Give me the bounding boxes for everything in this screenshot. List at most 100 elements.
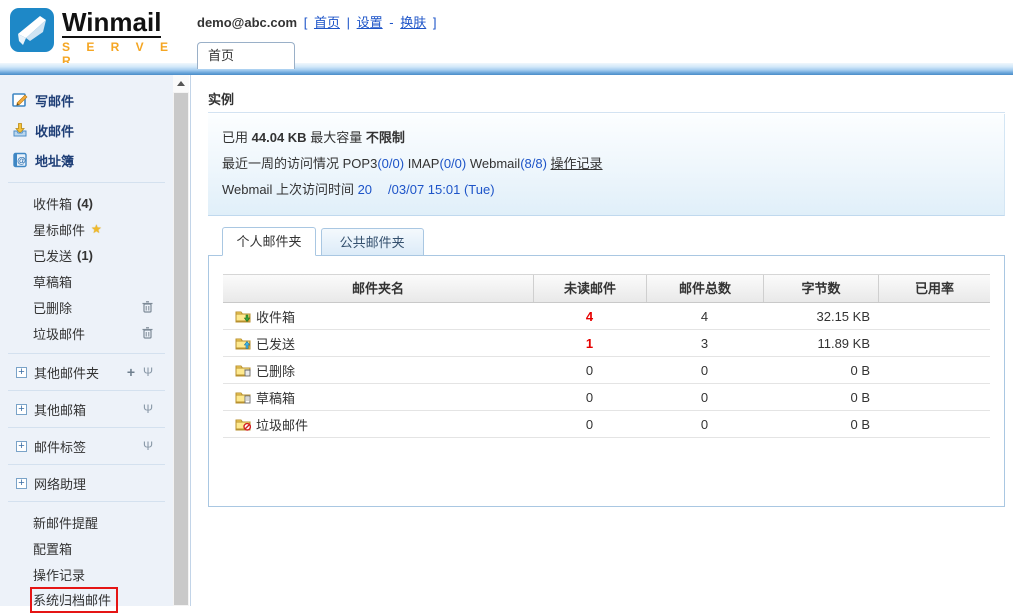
sidebar-item-junk[interactable]: 垃圾邮件 [0, 320, 173, 346]
total-count: 0 [646, 417, 763, 432]
link-home[interactable]: 首页 [314, 15, 340, 30]
link-sep-pipe: | [347, 15, 350, 30]
expand-icon[interactable]: + [16, 441, 27, 452]
col-usage: 已用率 [878, 275, 990, 302]
manage-icon[interactable]: Ψ [143, 365, 153, 379]
sidebar: 写邮件 收邮件 @ 地址簿 收件箱 (4) 星标邮件 ★ 已发送 (1) [0, 75, 173, 606]
scrollbar-up-button[interactable] [173, 75, 189, 92]
manage-icon[interactable]: Ψ [143, 439, 153, 453]
expand-icon[interactable]: + [16, 367, 27, 378]
trash-icon[interactable] [142, 301, 153, 313]
unread-count: 4 [533, 309, 646, 324]
page-title: 实例 [208, 89, 234, 108]
unread-count: 1 [533, 336, 646, 351]
unread-count: 0 [533, 417, 646, 432]
folder-label: 垃圾邮件 [33, 324, 85, 343]
receive-icon [12, 122, 28, 138]
tool-label: 新邮件提醒 [33, 513, 98, 532]
folder-label: 星标邮件 [33, 220, 85, 239]
deleted-folder-icon [235, 363, 251, 377]
sidebar-item-addressbook[interactable]: @ 地址簿 [0, 145, 173, 175]
folder-name: 草稿箱 [256, 388, 295, 407]
sidebar-item-label: 收邮件 [35, 121, 74, 140]
table-row: 垃圾邮件 0 0 0 B [223, 411, 990, 438]
link-settings[interactable]: 设置 [357, 15, 383, 30]
bytes-value: 0 B [763, 390, 878, 405]
folder-name: 已删除 [256, 361, 295, 380]
unread-count: 0 [533, 390, 646, 405]
folder-link-inbox[interactable]: 收件箱 [223, 307, 533, 326]
scrollbar-thumb[interactable] [174, 93, 188, 605]
junk-folder-icon [235, 417, 251, 431]
pop3-label: POP3 [343, 156, 378, 171]
sidebar-item-new-mail-alert[interactable]: 新邮件提醒 [0, 509, 173, 535]
bytes-value: 11.89 KB [763, 336, 878, 351]
week-access-line: 最近一周的访问情况 POP3(0/0) IMAP(0/0) Webmail(8/… [222, 151, 990, 177]
folder-link-deleted[interactable]: 已删除 [223, 361, 533, 380]
total-count: 4 [646, 309, 763, 324]
inbox-folder-icon [235, 309, 251, 323]
expand-icon[interactable]: + [16, 404, 27, 415]
operation-log-link[interactable]: 操作记录 [551, 156, 603, 171]
sidebar-item-compose[interactable]: 写邮件 [0, 85, 173, 115]
expand-icon[interactable]: + [16, 478, 27, 489]
col-bytes: 字节数 [763, 275, 878, 302]
sidebar-group-net-assistant[interactable]: + 网络助理 [0, 472, 173, 494]
sidebar-scrollbar[interactable] [173, 75, 189, 606]
sidebar-item-drafts[interactable]: 草稿箱 [0, 268, 173, 294]
webmail-value: (8/8) [520, 156, 547, 171]
last-visit-year: 20 [358, 182, 372, 197]
sidebar-item-inbox[interactable]: 收件箱 (4) [0, 190, 173, 216]
sidebar-item-config-box[interactable]: 配置箱 [0, 535, 173, 561]
group-label: 邮件标签 [34, 437, 86, 456]
folder-tabs: 个人邮件夹 公共邮件夹 [208, 227, 424, 256]
folder-label: 草稿箱 [33, 272, 72, 291]
add-folder-icon[interactable]: + [127, 364, 135, 380]
folders-panel: 邮件夹名 未读邮件 邮件总数 字节数 已用率 收件箱 [208, 255, 1005, 507]
bytes-value: 0 B [763, 363, 878, 378]
last-visit-date: /03/07 15:01 (Tue) [388, 182, 494, 197]
title-rule [208, 112, 1005, 113]
manage-icon[interactable]: Ψ [143, 402, 153, 416]
sidebar-separator [8, 464, 165, 465]
unread-count: 0 [533, 363, 646, 378]
sidebar-item-receive[interactable]: 收邮件 [0, 115, 173, 145]
sent-folder-icon [235, 336, 251, 350]
total-count: 0 [646, 390, 763, 405]
sidebar-item-sent[interactable]: 已发送 (1) [0, 242, 173, 268]
folder-name: 垃圾邮件 [256, 415, 308, 434]
table-row: 收件箱 4 4 32.15 KB [223, 303, 990, 330]
tab-personal-folders[interactable]: 个人邮件夹 [222, 227, 316, 256]
sidebar-item-deleted[interactable]: 已删除 [0, 294, 173, 320]
sidebar-item-starred[interactable]: 星标邮件 ★ [0, 216, 173, 242]
trash-icon[interactable] [142, 327, 153, 339]
folder-link-drafts[interactable]: 草稿箱 [223, 388, 533, 407]
link-sep-dash: - [389, 15, 393, 30]
table-row: 已发送 1 3 11.89 KB [223, 330, 990, 357]
sent-count: (1) [77, 248, 93, 263]
folder-name: 收件箱 [256, 307, 295, 326]
sidebar-group-other-folders[interactable]: + 其他邮件夹 + Ψ [0, 361, 173, 383]
sidebar-separator [8, 501, 165, 502]
tool-label: 配置箱 [33, 539, 72, 558]
total-count: 0 [646, 363, 763, 378]
sidebar-item-system-archive[interactable]: 系统归档邮件 [0, 587, 173, 613]
sidebar-separator [8, 353, 165, 354]
usage-line: 已用 44.04 KB 最大容量 不限制 [222, 125, 990, 151]
sidebar-group-mail-tags[interactable]: + 邮件标签 Ψ [0, 435, 173, 457]
link-skin[interactable]: 换肤 [400, 15, 426, 30]
imap-value: (0/0) [439, 156, 466, 171]
drafts-folder-icon [235, 390, 251, 404]
sidebar-item-operation-log[interactable]: 操作记录 [0, 561, 173, 587]
inbox-count: (4) [77, 196, 93, 211]
group-label: 其他邮件夹 [34, 363, 99, 382]
group-label: 其他邮箱 [34, 400, 86, 419]
folders-table: 邮件夹名 未读邮件 邮件总数 字节数 已用率 收件箱 [223, 274, 990, 438]
folder-link-junk[interactable]: 垃圾邮件 [223, 415, 533, 434]
folder-link-sent[interactable]: 已发送 [223, 334, 533, 353]
sidebar-group-other-mailboxes[interactable]: + 其他邮箱 Ψ [0, 398, 173, 420]
tab-home[interactable]: 首页 [197, 42, 295, 69]
used-label: 已用 [222, 130, 248, 145]
tab-public-folders[interactable]: 公共邮件夹 [321, 228, 424, 256]
folder-label: 收件箱 [33, 194, 72, 213]
